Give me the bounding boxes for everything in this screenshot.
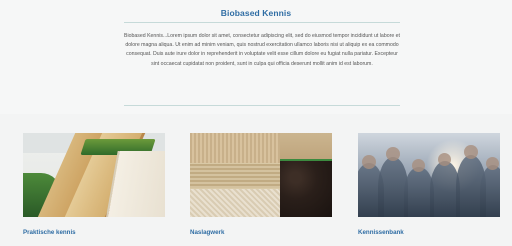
card-link-praktische-kennis[interactable]: Praktische kennis: [23, 229, 76, 236]
image-head: [412, 159, 425, 172]
card-image-material-samples[interactable]: [190, 133, 332, 217]
image-sample-layer: [190, 164, 280, 188]
divider-bottom: [124, 105, 400, 106]
image-sample-layer: [190, 189, 280, 217]
card-link-naslagwerk[interactable]: Naslagwerk: [190, 229, 224, 236]
image-sample-soil: [280, 161, 332, 217]
divider-top: [124, 22, 400, 23]
card-kennissenbank[interactable]: Kennissenbank: [358, 133, 500, 236]
intro-section: Biobased Kennis Biobased Kennis...Lorem …: [0, 0, 512, 114]
card-image-building-materials[interactable]: [23, 133, 165, 217]
image-head: [486, 157, 499, 170]
card-link-kennissenbank[interactable]: Kennissenbank: [358, 229, 404, 236]
card-naslagwerk[interactable]: Naslagwerk: [190, 133, 332, 236]
page: Biobased Kennis Biobased Kennis...Lorem …: [0, 0, 512, 246]
card-image-business-crowd[interactable]: [358, 133, 500, 217]
image-head: [362, 155, 376, 169]
page-title: Biobased Kennis: [220, 8, 292, 18]
card-praktische-kennis[interactable]: Praktische kennis: [23, 133, 165, 236]
image-head: [464, 145, 478, 159]
image-sample-layer: [190, 133, 280, 163]
image-head: [386, 147, 400, 161]
image-head: [438, 153, 451, 166]
image-sample-side: [280, 133, 332, 159]
intro-paragraph: Biobased Kennis...Lorem ipsum dolor sit …: [124, 33, 400, 67]
image-person: [480, 165, 500, 217]
